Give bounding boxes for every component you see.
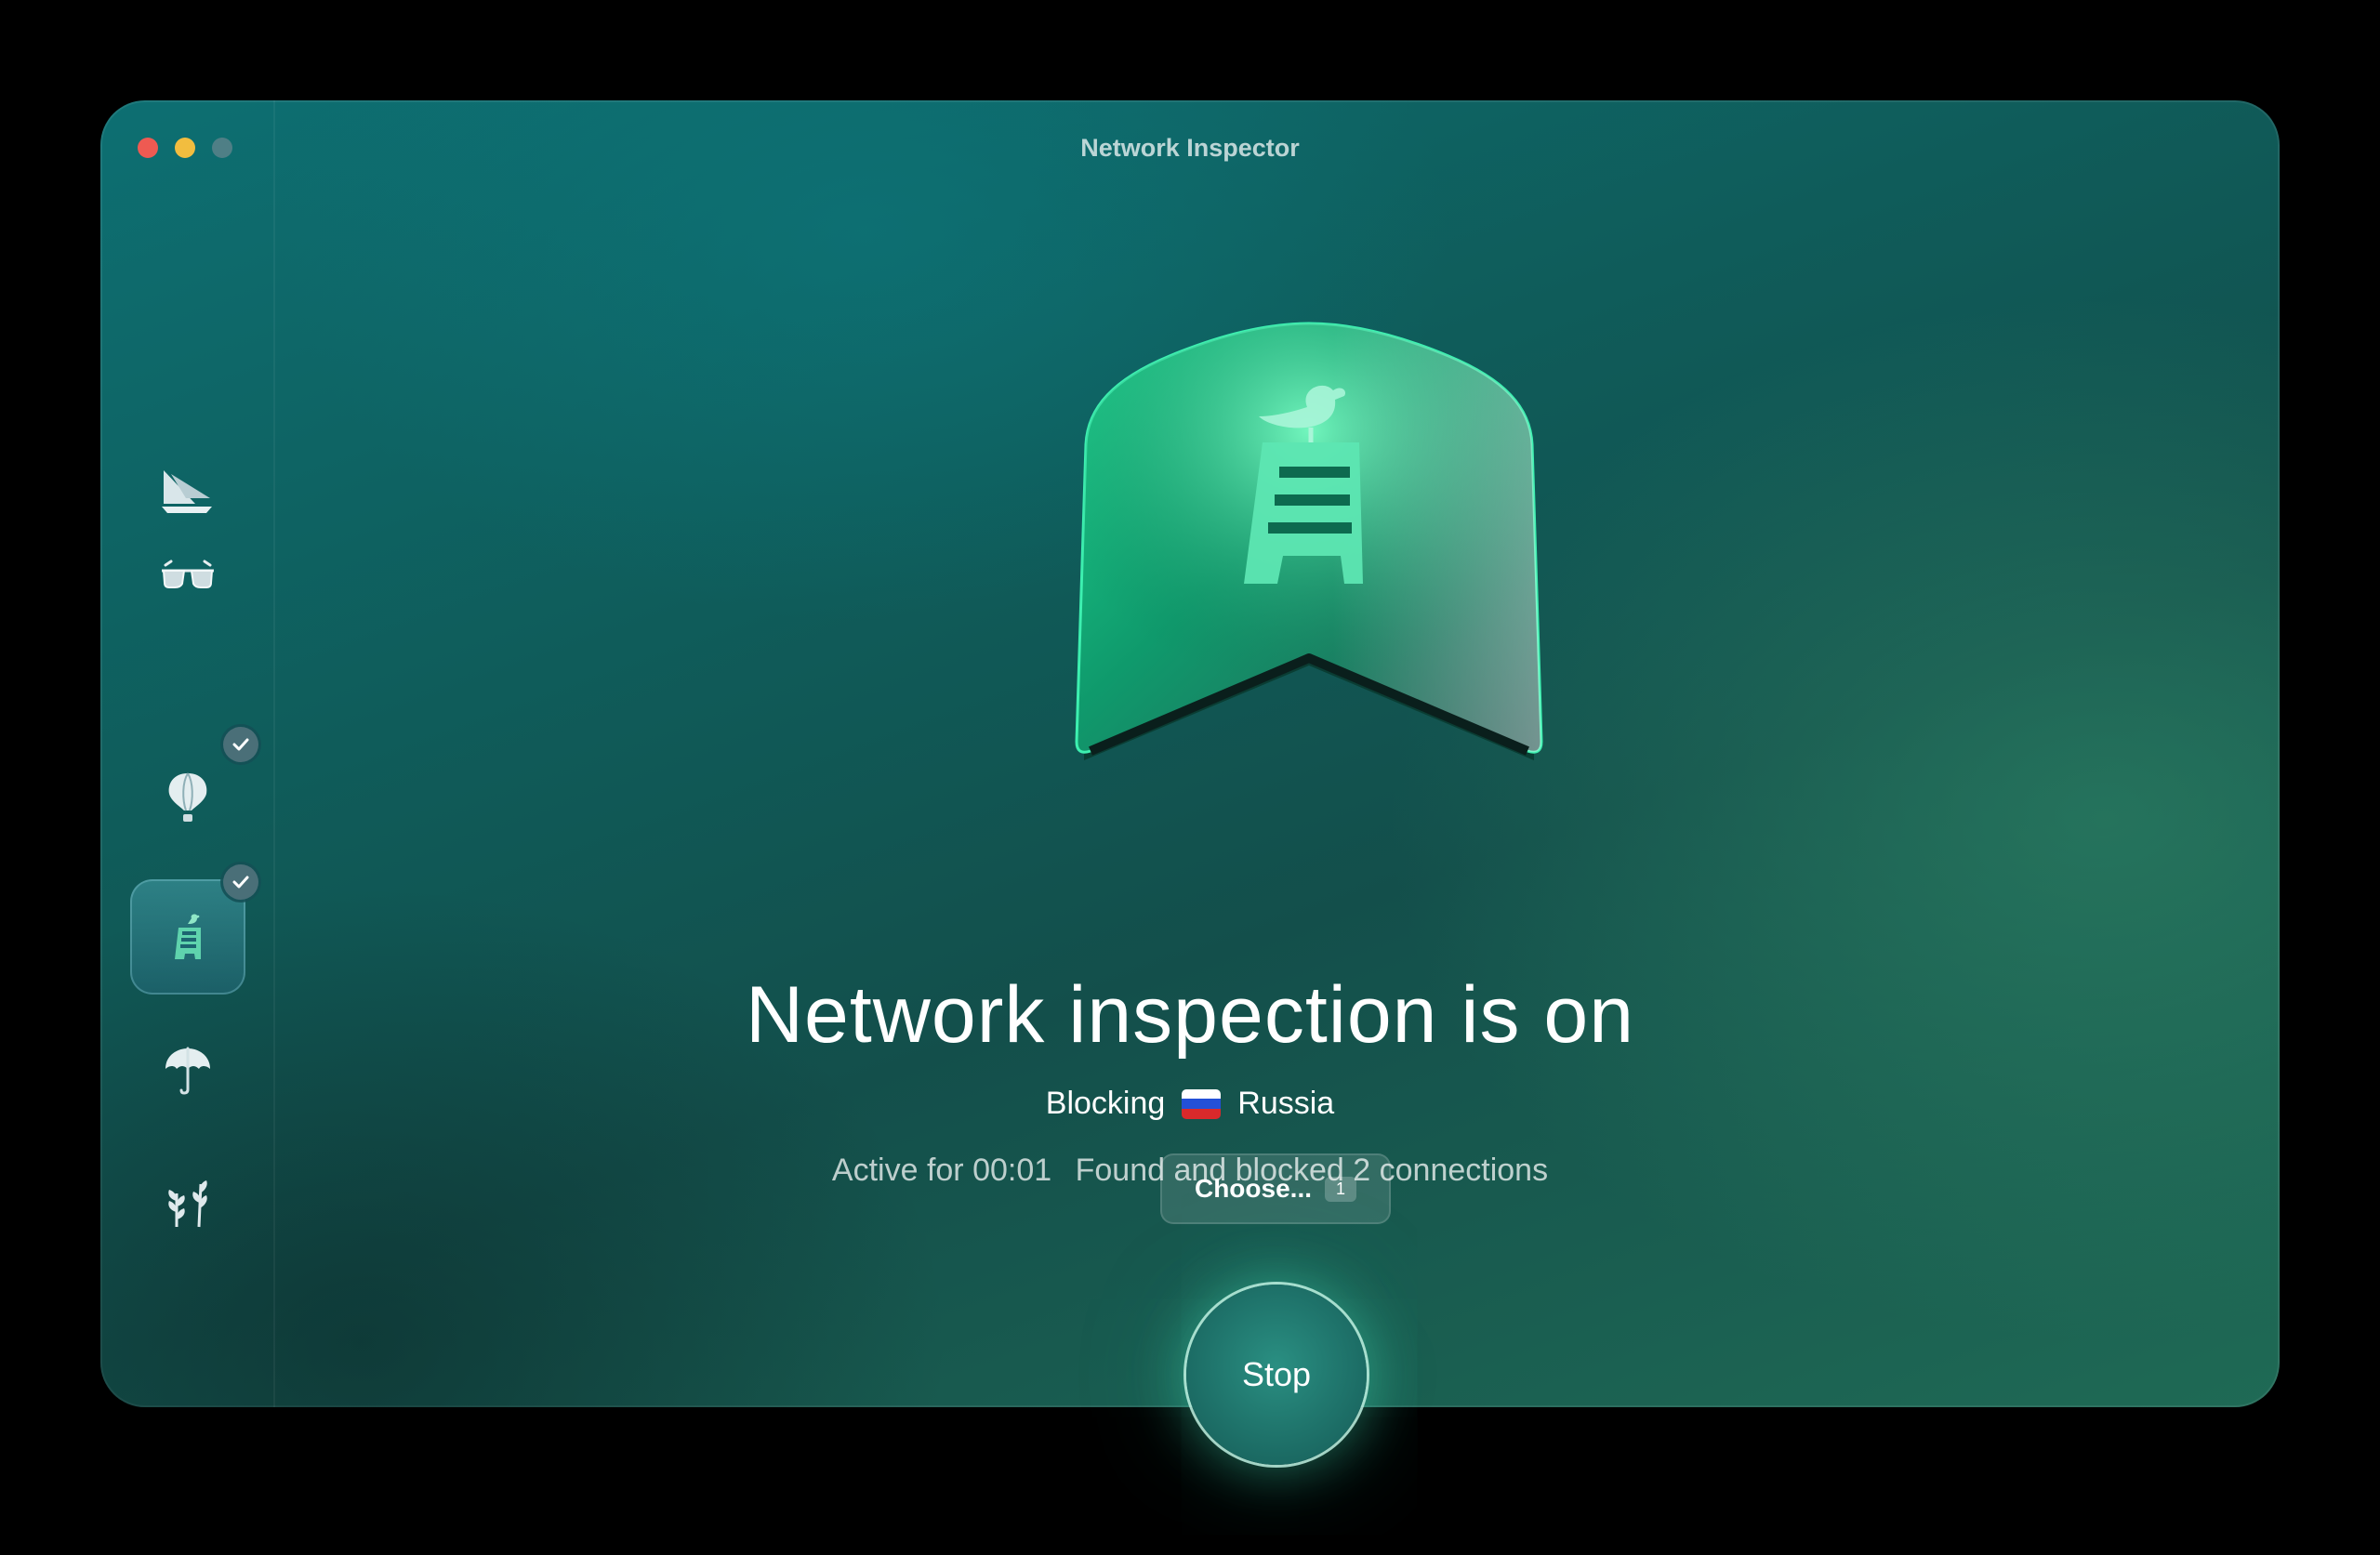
blocking-status: Blocking Russia <box>100 1086 2280 1122</box>
country-label: Russia <box>1237 1086 1335 1121</box>
status-headline: Network inspection is on <box>745 970 1635 1060</box>
network-inspector-shield-illustration <box>1075 322 1543 760</box>
glasses-icon <box>162 560 214 588</box>
stop-button[interactable]: Stop <box>1186 1285 1367 1465</box>
choose-count-badge: 1 <box>1325 1176 1357 1202</box>
active-duration: Active for 00:01 <box>831 1153 1052 1188</box>
blocking-label: Blocking <box>1045 1086 1166 1121</box>
russia-flag-icon <box>1182 1088 1222 1119</box>
sidebar <box>100 100 275 1407</box>
window-title: Network Inspector <box>1080 134 1300 162</box>
stop-button-label: Stop <box>1241 1355 1312 1393</box>
app-window: Network Inspector Network inspection is … <box>100 100 2280 1407</box>
completed-check-icon <box>223 727 258 762</box>
sailboat-icon <box>162 470 212 513</box>
completed-check-icon <box>223 864 258 900</box>
hot-air-balloon-icon <box>168 772 207 822</box>
sidebar-item-glasses[interactable] <box>130 517 245 632</box>
sidebar-item-balloon[interactable] <box>130 727 258 857</box>
choose-button-label: Choose... <box>1194 1174 1312 1203</box>
choose-button[interactable]: Choose... 1 <box>1160 1153 1391 1224</box>
ladder-bird-icon <box>175 914 201 959</box>
